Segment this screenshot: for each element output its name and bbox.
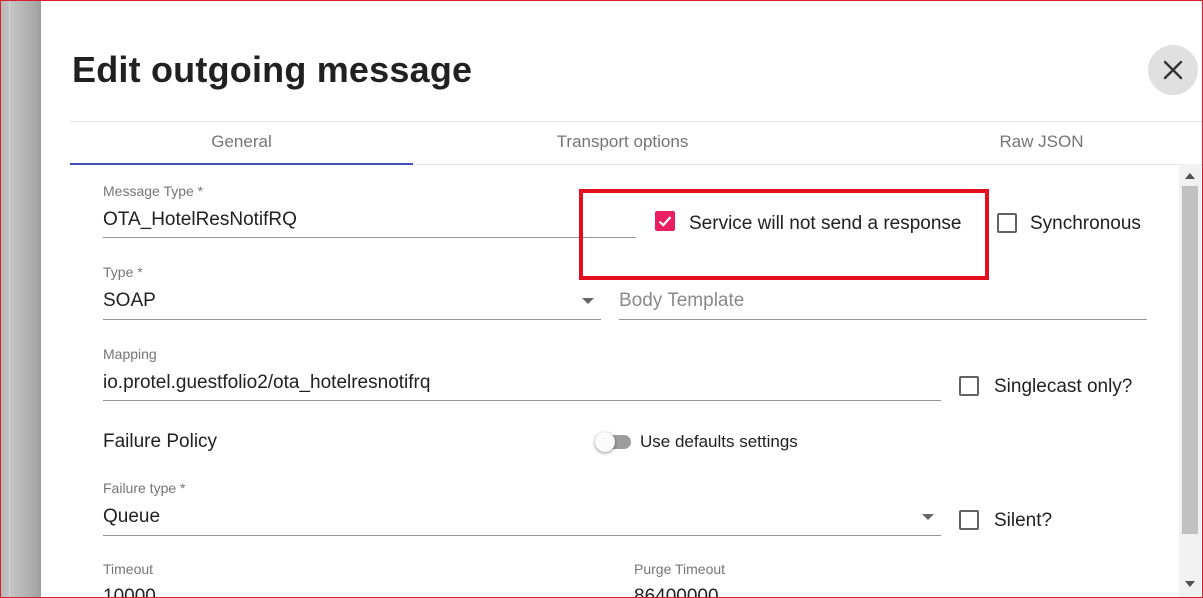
message-type-input[interactable]: OTA_HotelResNotifRQ xyxy=(103,209,297,231)
checkmark-icon xyxy=(658,216,672,227)
message-type-underline xyxy=(103,237,636,238)
no-response-checkbox[interactable] xyxy=(655,211,675,231)
scroll-thumb[interactable] xyxy=(1182,186,1198,534)
edit-message-dialog: Edit outgoing message General Transport … xyxy=(41,1,1202,597)
no-response-label: Service will not send a response xyxy=(689,213,962,234)
type-label: Type * xyxy=(103,264,143,280)
type-select[interactable]: SOAP xyxy=(103,290,156,312)
synchronous-checkbox[interactable] xyxy=(997,213,1017,233)
synchronous-label: Synchronous xyxy=(1030,213,1141,234)
close-icon xyxy=(1163,60,1183,80)
type-underline xyxy=(103,319,601,320)
body-template-input[interactable]: Body Template xyxy=(619,290,744,312)
timeout-label: Timeout xyxy=(103,561,154,577)
tab-transport-options[interactable]: Transport options xyxy=(451,122,794,164)
vertical-scrollbar[interactable] xyxy=(1179,164,1201,597)
scroll-up-arrow-icon[interactable] xyxy=(1185,173,1195,179)
mapping-underline xyxy=(103,400,941,401)
timeout-input[interactable]: 10000 xyxy=(103,586,156,597)
purge-timeout-input[interactable]: 86400000 xyxy=(634,586,719,597)
failure-policy-title: Failure Policy xyxy=(103,431,218,452)
silent-checkbox[interactable] xyxy=(959,510,979,530)
form-content: Message Type * OTA_HotelResNotifRQ Servi… xyxy=(41,164,1179,597)
silent-label: Silent? xyxy=(994,510,1053,531)
type-dropdown-arrow-icon[interactable] xyxy=(582,298,594,304)
singlecast-checkbox[interactable] xyxy=(959,376,979,396)
close-button[interactable] xyxy=(1148,45,1198,95)
overlay-scrim xyxy=(1,1,41,597)
message-type-label: Message Type * xyxy=(103,183,204,199)
tab-bar: General Transport options Raw JSON xyxy=(70,121,1202,165)
failure-type-underline xyxy=(103,535,941,536)
tab-general[interactable]: General xyxy=(70,122,413,164)
purge-timeout-label: Purge Timeout xyxy=(634,561,726,577)
use-defaults-toggle[interactable] xyxy=(595,432,631,452)
scrim-divider xyxy=(9,1,10,597)
dialog-title: Edit outgoing message xyxy=(72,49,473,90)
body-template-underline xyxy=(619,319,1147,320)
failure-type-label: Failure type * xyxy=(103,480,186,496)
mapping-input[interactable]: io.protel.guestfolio2/ota_hotelresnotifr… xyxy=(103,372,430,394)
singlecast-label: Singlecast only? xyxy=(994,376,1133,397)
scroll-down-arrow-icon[interactable] xyxy=(1185,581,1195,587)
toggle-thumb xyxy=(595,432,615,452)
tab-raw-json[interactable]: Raw JSON xyxy=(870,122,1203,164)
use-defaults-label: Use defaults settings xyxy=(640,432,798,451)
mapping-label: Mapping xyxy=(103,346,157,362)
failure-type-select[interactable]: Queue xyxy=(103,506,160,528)
failure-type-dropdown-arrow-icon[interactable] xyxy=(922,514,934,520)
